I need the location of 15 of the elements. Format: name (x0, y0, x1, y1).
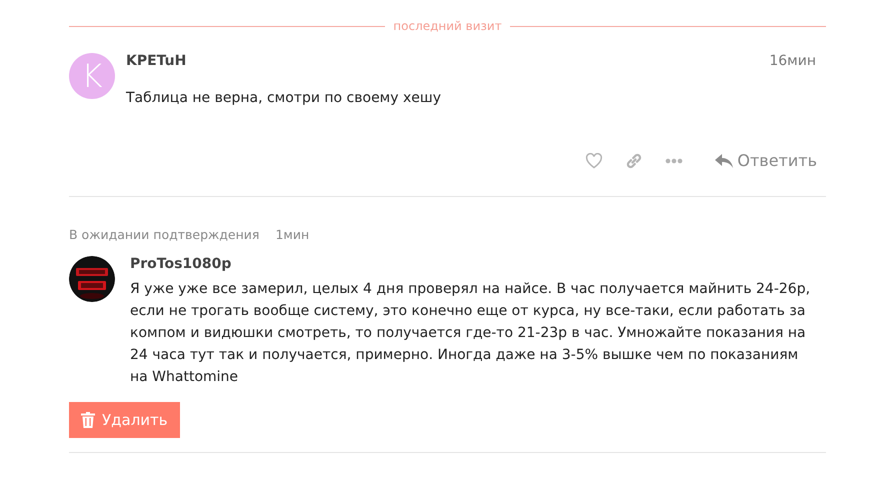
last-visit-label: последний визит (393, 19, 502, 33)
reply-button[interactable]: Ответить (705, 151, 826, 170)
comment-text: Таблица не верна, смотри по своему хешу (126, 89, 442, 108)
author-name[interactable]: ProTos1080p (130, 256, 232, 272)
author-name[interactable]: KPETuH (126, 53, 186, 69)
comment-text: Я уже уже все замерил, целых 4 дня проверял на найсе. В час получается майнить 24-26р, если не трогать вообще систему, это конечно еще от курса, ну все-таки, если работать за компом и видюшки смотреть, то получается где-то 21-23р в час. Умножайте показания на 24 часа тут так и получается, примерно. Иногда даже на 3-5% вышке чем по показаниям на Whattomine (130, 280, 812, 387)
trash-icon (81, 412, 95, 428)
post-time: 16мин (769, 53, 816, 69)
heart-icon[interactable] (585, 152, 604, 168)
more-icon[interactable] (665, 158, 684, 164)
reply-icon (715, 152, 734, 168)
link-icon[interactable] (625, 152, 644, 170)
pending-status: В ожидании подтверждения (69, 227, 260, 242)
avatar: K (69, 53, 115, 99)
post-time: 1мин (275, 227, 310, 242)
